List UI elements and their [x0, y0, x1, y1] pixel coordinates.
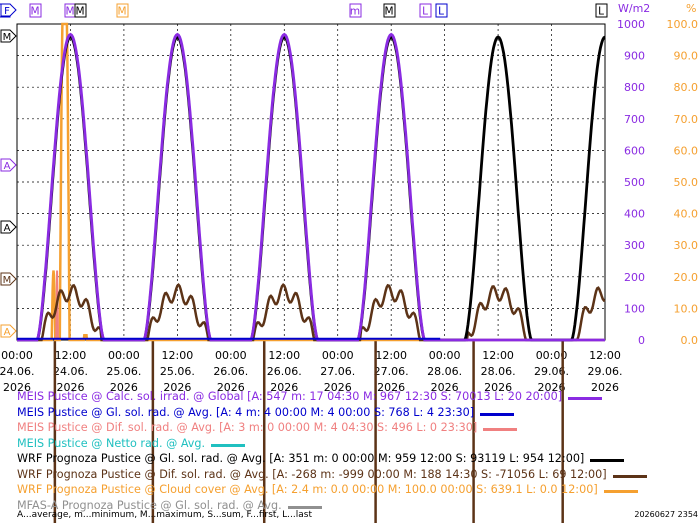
top-marker-label: m: [350, 6, 360, 18]
left-axis-tick-label: 200: [624, 271, 645, 284]
left-axis-tick-label: 300: [624, 239, 645, 252]
top-marker-label: M: [30, 6, 39, 18]
legend-swatch: [480, 412, 515, 416]
left-axis-tick-label: 600: [624, 144, 645, 157]
x-tick-label: 26.06.: [267, 365, 302, 378]
right-axis-tick-label: 90.0: [674, 50, 699, 63]
x-tick-label: 2026: [591, 381, 619, 394]
x-tick-label: 29.06.: [588, 365, 623, 378]
x-tick-label: 12:00: [375, 349, 407, 362]
right-axis-tick-label: 30.0: [674, 239, 699, 252]
left-axis-tick-label: 0: [638, 334, 645, 347]
right-axis-tick-label: 50.0: [674, 176, 699, 189]
x-tick-label: 28.06.: [427, 365, 462, 378]
right-axis-tick-label: 20.0: [674, 271, 699, 284]
top-marker-label: L: [598, 6, 604, 18]
left-axis-tick-label: 400: [624, 208, 645, 221]
x-tick-label: 00:00: [1, 349, 33, 362]
right-axis-tick-label: 100.0: [667, 18, 699, 31]
legend-swatch: [603, 490, 638, 493]
legend-swatch: [287, 505, 322, 509]
legend-text: MEIS Pustice @ Gl. sol. rad. @ Avg. [A: …: [17, 405, 475, 419]
timestamp: 20260627 2354: [634, 510, 698, 519]
left-axis-unit: W/m2: [618, 2, 650, 15]
left-axis-tick-label: 700: [624, 113, 645, 126]
left-axis-tick-label: 100: [624, 302, 645, 315]
x-tick-label: 12:00: [482, 349, 514, 362]
x-tick-label: 12:00: [55, 349, 87, 362]
legend-text: MEIS Pustice @ Dif. sol. rad. @ Avg. [A:…: [17, 421, 478, 434]
right-axis-tick-label: 10.0: [674, 302, 699, 315]
legend-swatch: [211, 443, 246, 447]
x-tick-label: 25.06.: [106, 365, 141, 378]
left-axis-tick-label: 800: [624, 81, 645, 94]
x-tick-label: 12:00: [589, 349, 621, 362]
legend-text: WRF Prognoza Pustice @ Dif. sol. rad. @ …: [17, 467, 607, 481]
legend-swatch: [612, 474, 647, 478]
x-tick-label: 12:00: [268, 349, 300, 362]
x-tick-label: 25.06.: [160, 365, 195, 378]
right-axis-tick-label: 0.0: [681, 334, 699, 347]
left-marker-label: A: [4, 327, 11, 338]
legend-text: WRF Prognoza Pustice @ Cloud cover @ Avg…: [17, 483, 598, 496]
x-tick-label: 28.06.: [481, 365, 516, 378]
legend-swatch: [568, 397, 603, 400]
left-marker-label: M: [3, 32, 12, 43]
legend-text: WRF Prognoza Pustice @ Gl. sol. rad. @ A…: [17, 452, 585, 465]
top-marker-label: M: [384, 6, 393, 18]
x-tick-label: 12:00: [162, 349, 194, 362]
left-marker-label: A: [4, 161, 11, 172]
left-marker-label: M: [3, 275, 12, 286]
top-marker-label: M: [117, 6, 126, 18]
x-tick-label: 00:00: [429, 349, 461, 362]
right-axis-tick-label: 60.0: [674, 144, 699, 157]
left-marker-label: F: [4, 6, 10, 17]
right-axis-tick-label: 80.0: [674, 81, 699, 94]
top-marker-label: L: [438, 6, 444, 18]
legend-swatch: [590, 459, 625, 462]
x-tick-label: 00:00: [108, 349, 140, 362]
legend-text: MEIS Pustice @ Calc. sol. irrad. @ Globa…: [17, 390, 563, 403]
right-axis-tick-label: 70.0: [674, 113, 699, 126]
right-axis-unit: %: [686, 2, 696, 15]
x-tick-label: 27.06.: [320, 365, 355, 378]
x-tick-label: 24.06.: [53, 365, 88, 378]
left-axis-tick-label: 1000: [617, 18, 645, 31]
left-axis-tick-label: 500: [624, 176, 645, 189]
x-tick-label: 26.06.: [213, 365, 248, 378]
x-tick-label: 27.06.: [374, 365, 409, 378]
x-tick-label: 00:00: [322, 349, 354, 362]
x-tick-label: 00:00: [215, 349, 247, 362]
top-marker-label: L: [422, 6, 428, 18]
legend-text: MEIS Pustice @ Netto rad. @ Avg.: [17, 436, 206, 450]
top-marker-label: M: [65, 6, 74, 18]
left-axis-tick-label: 900: [624, 50, 645, 63]
legend-swatch: [483, 428, 518, 431]
top-marker-label: M: [75, 6, 84, 18]
footer-note: A...average, m...minimum, M...maximum, S…: [17, 510, 312, 520]
left-marker-label: A: [4, 223, 11, 234]
x-tick-label: 24.06.: [0, 365, 35, 378]
right-axis-tick-label: 40.0: [674, 208, 699, 221]
